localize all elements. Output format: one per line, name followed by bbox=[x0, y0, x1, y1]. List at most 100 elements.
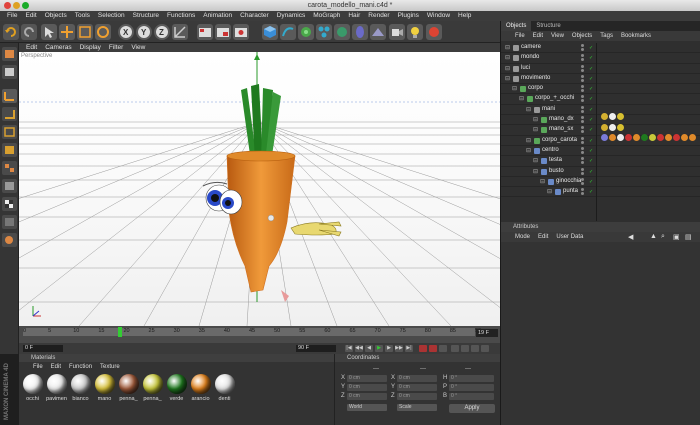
menu-mograph[interactable]: MoGraph bbox=[309, 11, 344, 21]
workplane-icon[interactable] bbox=[2, 215, 17, 229]
object-name[interactable]: camere bbox=[521, 44, 541, 50]
enabled-check-icon[interactable]: ✓ bbox=[589, 179, 594, 185]
expand-toggle-icon[interactable]: ⊟ bbox=[526, 147, 531, 154]
rotation-b-field[interactable]: 0 ° bbox=[449, 393, 494, 400]
texture-mode-icon[interactable] bbox=[2, 197, 17, 211]
move-icon[interactable] bbox=[59, 24, 75, 40]
coord-system-select[interactable]: World bbox=[347, 404, 387, 411]
goto-end-icon[interactable]: ▶| bbox=[405, 345, 413, 352]
live-selection-icon[interactable] bbox=[41, 24, 57, 40]
expand-toggle-icon[interactable]: ⊟ bbox=[505, 54, 510, 61]
menu-selection[interactable]: Selection bbox=[94, 11, 129, 21]
object-name[interactable]: corpo_+_occhi bbox=[535, 95, 574, 101]
material-tag-icon[interactable] bbox=[617, 124, 624, 131]
expand-toggle-icon[interactable]: ⊟ bbox=[526, 137, 531, 144]
search-icon[interactable]: ⌕ bbox=[661, 233, 665, 241]
visibility-dots-icon[interactable] bbox=[581, 105, 589, 114]
restriction-tag-icon[interactable] bbox=[625, 134, 632, 141]
material-tag-icon[interactable] bbox=[617, 113, 624, 120]
timeline-ruler[interactable]: 051015202530354045505560657075808590 bbox=[23, 327, 481, 337]
position-key-icon[interactable] bbox=[451, 345, 459, 352]
back-arrow-icon[interactable]: ◀ bbox=[628, 233, 633, 241]
object-name[interactable]: corpo_carota bbox=[542, 137, 577, 143]
menu-render[interactable]: Render bbox=[364, 11, 393, 21]
soft-selection-icon[interactable] bbox=[2, 233, 17, 247]
menu-window[interactable]: Window bbox=[423, 11, 454, 21]
visibility-dots-icon[interactable] bbox=[581, 136, 589, 145]
expand-toggle-icon[interactable]: ⊟ bbox=[505, 75, 510, 82]
object-row[interactable]: ⊟ testa ✓ bbox=[501, 156, 700, 167]
object-row[interactable]: ⊟ busto ✓ bbox=[501, 167, 700, 177]
materials-menu-edit[interactable]: Edit bbox=[47, 364, 65, 370]
restriction-tag-icon[interactable] bbox=[673, 134, 680, 141]
start-frame-field[interactable]: 0 F bbox=[23, 345, 63, 352]
material-swatch[interactable]: verde bbox=[165, 373, 188, 405]
expand-toggle-icon[interactable]: ⊟ bbox=[547, 188, 552, 195]
prev-frame-icon[interactable]: ◀ bbox=[365, 345, 373, 352]
rotation-p-field[interactable]: 0 ° bbox=[449, 384, 494, 391]
goto-start-icon[interactable]: |◀ bbox=[345, 345, 353, 352]
visibility-dots-icon[interactable] bbox=[581, 74, 589, 83]
y-axis-icon[interactable]: Y bbox=[136, 24, 152, 40]
perspective-viewport[interactable]: Perspective bbox=[19, 52, 500, 326]
viewport-menu-cameras[interactable]: Cameras bbox=[41, 43, 75, 52]
object-row[interactable]: ⊟ corpo ✓ bbox=[501, 84, 700, 95]
object-row[interactable]: ⊟ luci ✓ bbox=[501, 64, 700, 74]
up-arrow-icon[interactable]: ▲ bbox=[650, 233, 657, 240]
expand-toggle-icon[interactable]: ⊟ bbox=[526, 106, 531, 113]
subdivision-icon[interactable] bbox=[298, 24, 314, 40]
attributes-menu-userdata[interactable]: User Data bbox=[552, 234, 587, 240]
object-row[interactable]: ⊟ ginocchia ✓ bbox=[501, 177, 700, 188]
end-frame-field[interactable]: 90 F bbox=[296, 345, 336, 352]
menu-hair[interactable]: Hair bbox=[344, 11, 364, 21]
expand-toggle-icon[interactable]: ⊟ bbox=[512, 85, 517, 92]
record-icon[interactable] bbox=[419, 345, 427, 352]
timeline[interactable]: 051015202530354045505560657075808590 19 … bbox=[19, 326, 500, 343]
viewport-menu-display[interactable]: Display bbox=[76, 43, 105, 52]
visibility-dots-icon[interactable] bbox=[581, 54, 589, 62]
material-tag-icon[interactable] bbox=[681, 134, 688, 141]
minimize-window-icon[interactable] bbox=[13, 2, 20, 9]
menu-edit[interactable]: Edit bbox=[21, 11, 40, 21]
material-swatch[interactable]: penna_ bbox=[117, 373, 140, 405]
menu-animation[interactable]: Animation bbox=[199, 11, 236, 21]
material-tag-icon[interactable] bbox=[641, 134, 648, 141]
viewport-menu-filter[interactable]: Filter bbox=[105, 43, 127, 52]
objects-menu-file[interactable]: File bbox=[511, 33, 529, 39]
enabled-check-icon[interactable]: ✓ bbox=[589, 169, 594, 175]
materials-menu-function[interactable]: Function bbox=[65, 364, 96, 370]
undo-icon[interactable] bbox=[3, 24, 19, 40]
enabled-check-icon[interactable]: ✓ bbox=[589, 148, 594, 154]
tab-structure[interactable]: Structure bbox=[531, 21, 565, 31]
menu-structure[interactable]: Structure bbox=[129, 11, 163, 21]
size-y-field[interactable]: 0 cm bbox=[397, 384, 437, 391]
tab-objects[interactable]: Objects bbox=[501, 21, 532, 31]
render-picture-viewer-icon[interactable] bbox=[215, 24, 231, 40]
expand-toggle-icon[interactable]: ⊟ bbox=[533, 157, 538, 164]
expand-toggle-icon[interactable]: ⊟ bbox=[533, 168, 538, 175]
close-window-icon[interactable] bbox=[4, 2, 11, 9]
expand-toggle-icon[interactable]: ⊟ bbox=[505, 65, 510, 72]
model-mode-icon[interactable] bbox=[2, 47, 17, 61]
enabled-check-icon[interactable]: ✓ bbox=[589, 76, 594, 82]
menu-functions[interactable]: Functions bbox=[163, 11, 199, 21]
object-name[interactable]: corpo bbox=[528, 85, 543, 91]
objects-menu-edit[interactable]: Edit bbox=[529, 33, 547, 39]
object-name[interactable]: punta bbox=[563, 188, 578, 194]
menu-character[interactable]: Character bbox=[236, 11, 273, 21]
axis-mode-icon[interactable] bbox=[2, 89, 17, 103]
render-icon[interactable] bbox=[426, 24, 442, 40]
objects-menu-view[interactable]: View bbox=[547, 33, 568, 39]
object-name[interactable]: ginocchia bbox=[556, 178, 581, 184]
object-name[interactable]: mani bbox=[542, 106, 555, 112]
redo-icon[interactable] bbox=[21, 24, 37, 40]
render-view-icon[interactable] bbox=[197, 24, 213, 40]
world-coord-icon[interactable] bbox=[172, 24, 188, 40]
object-row[interactable]: ⊟ centro ✓ bbox=[501, 146, 700, 157]
materials-menu-file[interactable]: File bbox=[29, 364, 47, 370]
viewport-menu-edit[interactable]: Edit bbox=[22, 43, 41, 52]
enabled-check-icon[interactable]: ✓ bbox=[589, 158, 594, 164]
zoom-window-icon[interactable] bbox=[22, 2, 29, 9]
param-key-icon[interactable] bbox=[481, 345, 489, 352]
material-swatch[interactable]: denti bbox=[213, 373, 236, 405]
